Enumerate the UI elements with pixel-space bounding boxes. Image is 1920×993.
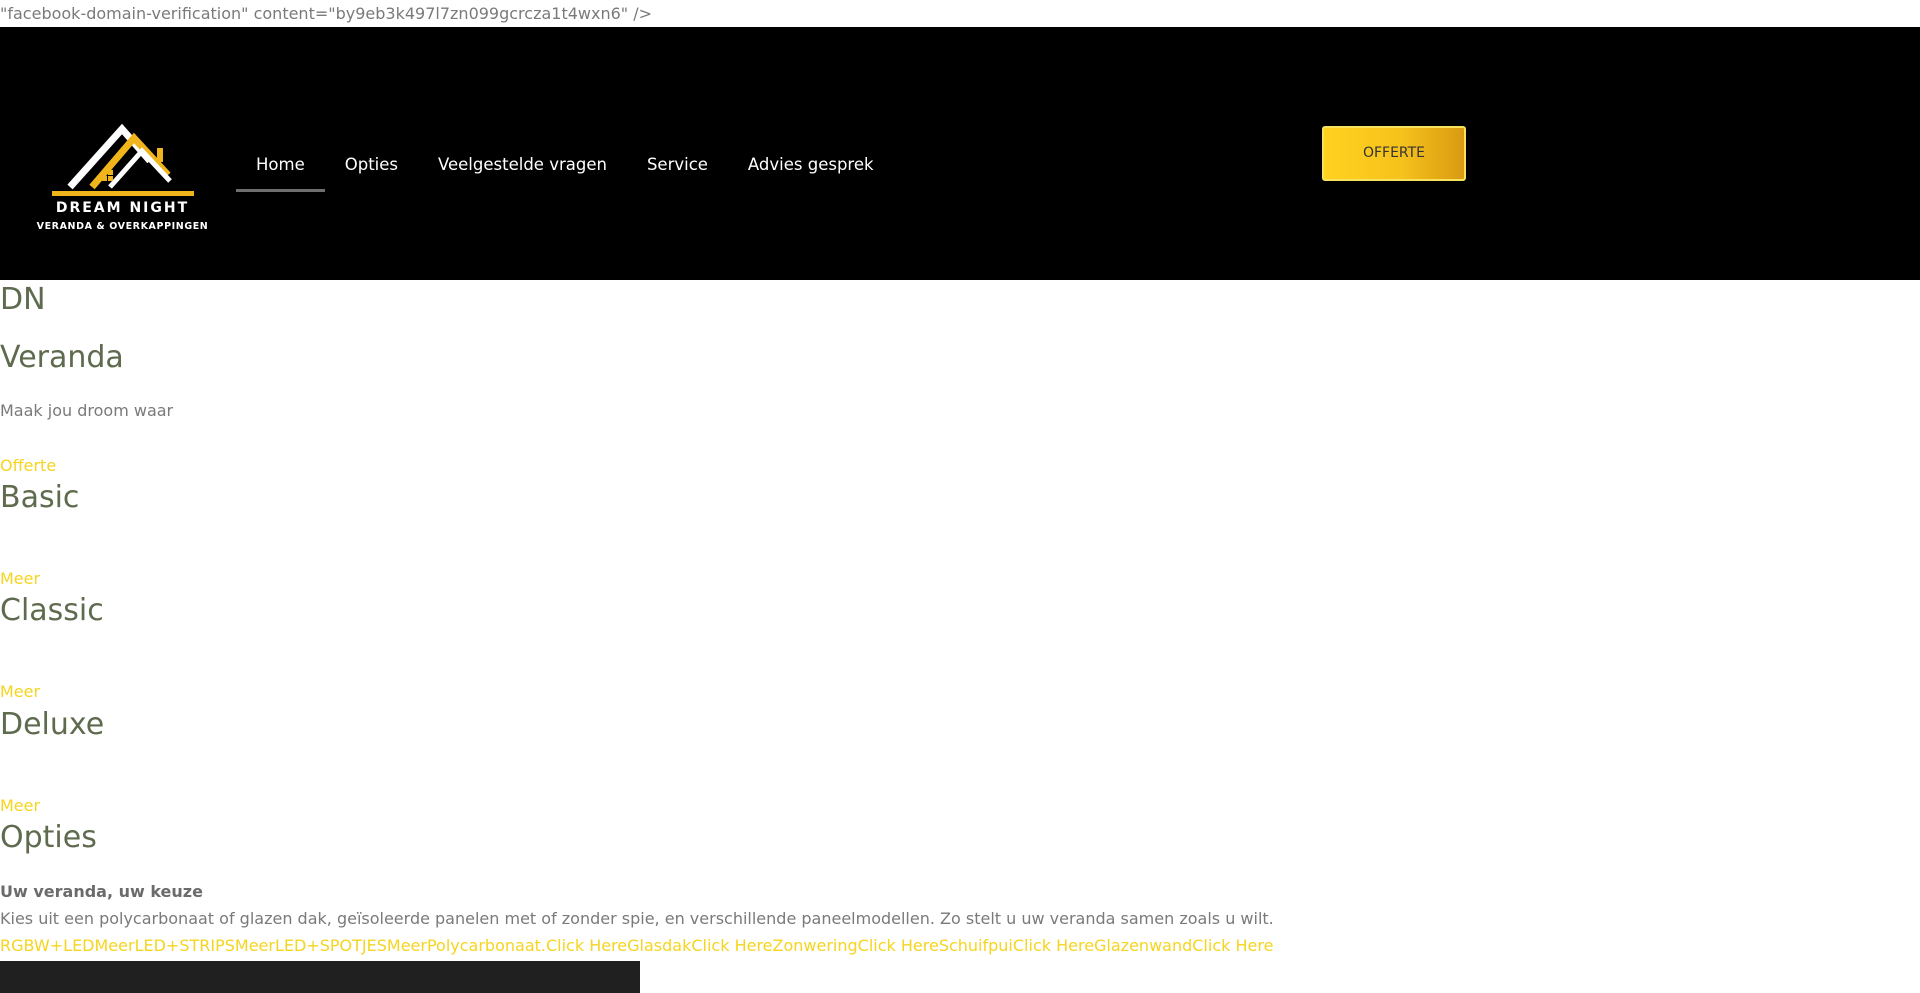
nav-item-opties[interactable]: Opties bbox=[325, 140, 418, 190]
package-title-deluxe: Deluxe bbox=[0, 707, 105, 742]
option-link-led-spotjes-more[interactable]: Meer bbox=[387, 936, 427, 955]
option-link-led-strips-more[interactable]: Meer bbox=[235, 936, 275, 955]
house-roof-icon bbox=[52, 123, 194, 196]
nav-item-home[interactable]: Home bbox=[236, 140, 325, 192]
logo-title: DREAM NIGHT bbox=[55, 200, 190, 216]
main-navigation: Home Opties Veelgestelde vragen Service … bbox=[236, 127, 894, 203]
option-link-zonwering[interactable]: Zonwering bbox=[773, 936, 858, 955]
option-link-schuifpui-click[interactable]: Click Here bbox=[1013, 936, 1094, 955]
hero-tagline: Maak jou droom waar bbox=[0, 401, 174, 420]
dark-section-block bbox=[0, 961, 640, 993]
hero-title-veranda: Veranda bbox=[0, 340, 124, 375]
package-title-basic: Basic bbox=[0, 480, 80, 515]
nav-item-veelgestelde-vragen[interactable]: Veelgestelde vragen bbox=[418, 140, 627, 190]
option-link-polycarbonaat[interactable]: Polycarbonaat. bbox=[427, 936, 546, 955]
package-deluxe-more-link[interactable]: Meer bbox=[0, 796, 40, 815]
option-link-rgbw-led[interactable]: RGBW+LED bbox=[0, 936, 95, 955]
dream-night-logo[interactable]: DREAM NIGHT VERANDA & OVERKAPPINGEN bbox=[30, 57, 215, 242]
option-link-glasdak-click[interactable]: Click Here bbox=[691, 936, 772, 955]
hero-title-dn: DN bbox=[0, 282, 46, 317]
options-subtitle: Uw veranda, uw keuze bbox=[0, 882, 203, 901]
option-link-schuifpui[interactable]: Schuifpui bbox=[939, 936, 1013, 955]
option-link-rgbw-led-more[interactable]: Meer bbox=[95, 936, 135, 955]
option-link-glazenwand[interactable]: Glazenwand bbox=[1094, 936, 1192, 955]
option-link-zonwering-click[interactable]: Click Here bbox=[858, 936, 939, 955]
site-header: DREAM NIGHT VERANDA & OVERKAPPINGEN Home… bbox=[0, 27, 1920, 280]
option-link-glasdak[interactable]: Glasdak bbox=[627, 936, 691, 955]
options-title: Opties bbox=[0, 820, 97, 855]
package-basic-more-link[interactable]: Meer bbox=[0, 569, 40, 588]
options-description: Kies uit een polycarbonaat of glazen dak… bbox=[0, 909, 1274, 928]
offerte-button[interactable]: OFFERTE bbox=[1322, 126, 1466, 181]
option-link-polycarbonaat-click[interactable]: Click Here bbox=[546, 936, 627, 955]
logo-subtitle: VERANDA & OVERKAPPINGEN bbox=[36, 221, 209, 232]
package-classic-more-link[interactable]: Meer bbox=[0, 682, 40, 701]
option-link-led-strips[interactable]: LED+STRIPS bbox=[135, 936, 235, 955]
nav-item-advies-gesprek[interactable]: Advies gesprek bbox=[728, 140, 894, 190]
domain-verification-snippet: "facebook-domain-verification" content="… bbox=[0, 4, 653, 23]
options-links-row: RGBW+LED Meer LED+STRIPS Meer LED+SPOTJE… bbox=[0, 936, 1273, 955]
hero-offerte-link[interactable]: Offerte bbox=[0, 456, 56, 475]
option-link-led-spotjes[interactable]: LED+SPOTJES bbox=[275, 936, 387, 955]
package-title-classic: Classic bbox=[0, 593, 104, 628]
option-link-glazenwand-click[interactable]: Click Here bbox=[1192, 936, 1273, 955]
nav-item-service[interactable]: Service bbox=[627, 140, 728, 190]
